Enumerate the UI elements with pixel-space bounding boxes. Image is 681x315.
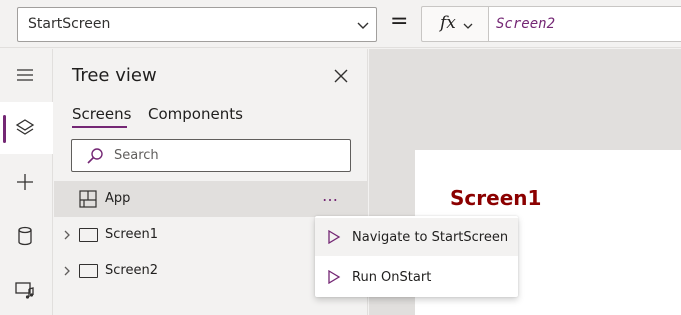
- close-icon[interactable]: [333, 68, 349, 84]
- search-icon: [87, 148, 103, 164]
- search-placeholder: Search: [114, 148, 159, 163]
- fx-button[interactable]: fx: [421, 6, 488, 42]
- context-menu: Navigate to StartScreen Run OnStart: [315, 216, 518, 297]
- rail-data-button[interactable]: [0, 210, 53, 262]
- chevron-right-icon[interactable]: [61, 229, 73, 241]
- formula-text: Screen2: [496, 16, 556, 32]
- app-icon: [79, 190, 97, 208]
- left-rail: [0, 49, 53, 315]
- screen-icon: [79, 264, 98, 278]
- rail-menu-button[interactable]: [0, 49, 53, 101]
- database-icon: [18, 226, 32, 246]
- formula-input[interactable]: Screen2: [488, 6, 681, 42]
- formula-bar: StartScreen = fx Screen2: [0, 0, 681, 48]
- rail-insert-button[interactable]: [0, 156, 53, 208]
- hamburger-icon: [17, 69, 33, 81]
- property-dropdown[interactable]: StartScreen: [17, 7, 377, 42]
- tree-item-label: App: [105, 191, 131, 206]
- active-indicator: [3, 115, 6, 143]
- menu-item-run-onstart[interactable]: Run OnStart: [315, 258, 518, 296]
- chevron-down-icon: [463, 23, 473, 29]
- rail-tree-view-button[interactable]: [0, 102, 53, 154]
- active-tab-underline: [72, 126, 127, 128]
- more-options-button[interactable]: …: [314, 184, 348, 214]
- tab-screens[interactable]: Screens: [72, 105, 131, 123]
- equals-sign: =: [390, 9, 409, 34]
- plus-icon: [17, 174, 33, 190]
- chevron-down-icon: [357, 22, 369, 29]
- search-input[interactable]: Search: [71, 139, 351, 172]
- media-icon: [15, 282, 34, 299]
- chevron-right-icon[interactable]: [61, 265, 73, 277]
- menu-item-label: Navigate to StartScreen: [352, 230, 509, 245]
- play-icon: [328, 270, 341, 284]
- more-icon: …: [322, 186, 339, 205]
- layers-icon: [15, 119, 35, 135]
- screen-title-label: Screen1: [450, 186, 542, 210]
- menu-item-navigate-to-startscreen[interactable]: Navigate to StartScreen: [315, 218, 518, 256]
- tree-item-label: Screen2: [105, 263, 158, 278]
- tree-item-label: Screen1: [105, 227, 158, 242]
- play-icon: [328, 230, 341, 244]
- fx-icon: fx: [440, 13, 456, 33]
- screen-icon: [79, 228, 98, 242]
- menu-item-label: Run OnStart: [352, 270, 432, 285]
- tree-item-app[interactable]: App …: [54, 181, 368, 217]
- tab-components[interactable]: Components: [148, 105, 243, 123]
- property-dropdown-value: StartScreen: [28, 16, 111, 32]
- rail-media-button[interactable]: [0, 264, 53, 315]
- panel-title: Tree view: [72, 65, 157, 86]
